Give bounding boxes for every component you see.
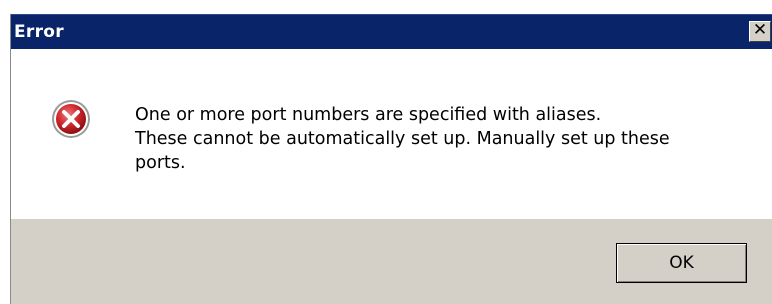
error-dialog: Error ✕ One or more port numbers are spe… bbox=[10, 14, 772, 304]
close-button[interactable]: ✕ bbox=[749, 21, 771, 42]
error-message: One or more port numbers are specified w… bbox=[135, 103, 735, 175]
close-icon: ✕ bbox=[752, 20, 768, 40]
title-bar[interactable]: Error ✕ bbox=[11, 14, 772, 49]
message-line: These cannot be automatically set up. Ma… bbox=[135, 129, 670, 149]
button-bar: OK bbox=[11, 219, 772, 304]
error-icon bbox=[52, 100, 90, 138]
message-line: ports. bbox=[135, 153, 186, 173]
message-line: One or more port numbers are specified w… bbox=[135, 105, 602, 125]
dialog-body: One or more port numbers are specified w… bbox=[11, 49, 772, 219]
ok-button[interactable]: OK bbox=[616, 243, 747, 283]
dialog-title: Error bbox=[14, 22, 64, 42]
